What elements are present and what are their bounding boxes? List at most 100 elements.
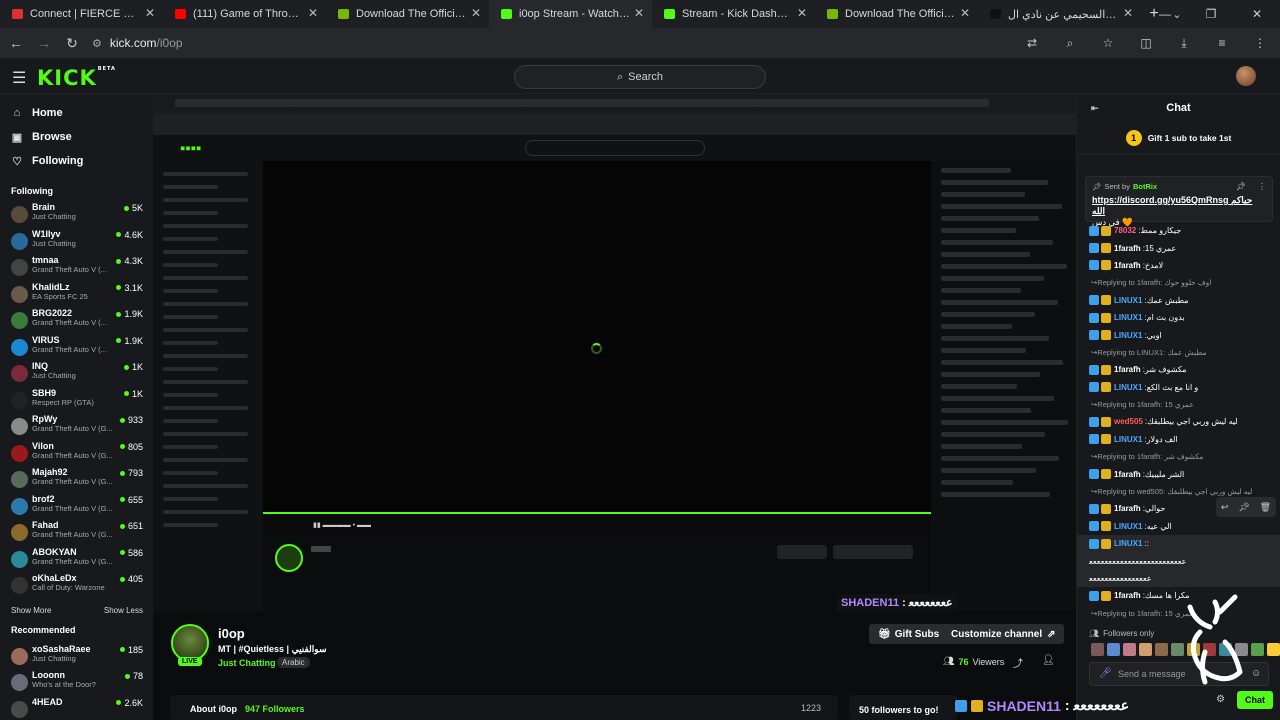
sidebar-channel[interactable]: SBH9 Respect RP (GTA) 1K <box>0 387 153 414</box>
emote-icon[interactable] <box>1139 643 1152 656</box>
show-more-button[interactable]: Show More <box>11 606 51 623</box>
pin-message-icon[interactable]: 📌︎ <box>1238 502 1249 513</box>
tab-close-icon[interactable]: ✕ <box>1123 6 1133 20</box>
maximize-icon[interactable]: ❐ <box>1188 0 1234 28</box>
sidebar-channel[interactable]: Fahad Grand Theft Auto V (G... 651 <box>0 519 153 546</box>
chat-message[interactable]: LINUX1: بدون بث ام <box>1077 309 1280 326</box>
sidebar-channel[interactable]: xoSashaRaee Just Chatting 185 <box>0 643 153 670</box>
menu-icon[interactable]: ☰ <box>12 68 26 88</box>
browser-tab[interactable]: قصيدة راشد السحيمي عن نادي ال ✕ <box>978 0 1141 28</box>
sidebar-channel[interactable]: VIRUS Grand Theft Auto V (... 1.9K <box>0 334 153 361</box>
chat-username[interactable]: 1farafh <box>1114 244 1141 253</box>
browser-tab[interactable]: (111) Game of Thrones S8 C ✕ <box>163 0 326 28</box>
nav-browse[interactable]: ▣ Browse <box>0 125 153 149</box>
chat-message[interactable]: ﻋﻌﻌﻌﻌﻌﻌﻌﻌﻌﻌﻌﻌﻌﻌﻌ <box>1077 569 1280 588</box>
download-icon[interactable]: ⤓ <box>1172 31 1196 55</box>
chat-username[interactable]: LINUX1 <box>1114 539 1142 548</box>
chat-message[interactable]: 78032: جيكارو ممط <box>1077 222 1280 239</box>
reload-icon[interactable]: ↻ <box>60 31 84 55</box>
sidebar-channel[interactable]: Majah92 Grand Theft Auto V (G... 793 <box>0 466 153 493</box>
sidebar-channel[interactable]: KhalidLz EA Sports FC 25 3.1K <box>0 281 153 308</box>
sidebar-channel[interactable]: Brain Just Chatting 5K <box>0 201 153 228</box>
gift-leaderboard-banner[interactable]: 1 Gift 1 sub to take 1st <box>1077 122 1280 155</box>
chat-username[interactable]: 78032 <box>1114 226 1136 235</box>
address-bar[interactable]: ⚙ kick.com/i0op <box>92 36 183 50</box>
emote-icon[interactable] <box>1251 643 1264 656</box>
tab-close-icon[interactable]: ✕ <box>797 6 807 20</box>
reply-context[interactable]: ↪ Replying to 1farafh: اوف حلوو حوك <box>1077 274 1280 291</box>
forward-icon[interactable]: → <box>32 31 56 55</box>
chat-message[interactable]: LINUX1: الي عيه <box>1077 518 1280 535</box>
chat-username[interactable]: 1farafh <box>1114 261 1141 270</box>
chat-username[interactable]: LINUX1 <box>1114 435 1142 444</box>
emoji-picker-icon[interactable]: ☺ <box>1251 668 1261 679</box>
nav-home[interactable]: ⌂ Home <box>0 101 153 125</box>
tab-close-icon[interactable]: ✕ <box>634 6 644 20</box>
user-avatar[interactable] <box>1236 66 1256 86</box>
delete-icon[interactable]: 🗑︎ <box>1260 502 1271 513</box>
reply-context[interactable]: ↪ Replying to LINUX1: مطبش عمك <box>1077 344 1280 361</box>
chat-username[interactable]: LINUX1 <box>1114 522 1142 531</box>
emote-icon[interactable] <box>1091 643 1104 656</box>
bookmark-star-icon[interactable]: ☆ <box>1096 31 1120 55</box>
sidebar-channel[interactable]: Looonn Who's at the Door? 78 <box>0 669 153 696</box>
gift-subs-button[interactable]: 🎁︎ Gift Subs <box>869 624 949 644</box>
kick-logo[interactable]: KICKBETA <box>37 66 116 90</box>
stream-category[interactable]: Just Chatting <box>218 658 276 668</box>
chat-username[interactable]: LINUX1 <box>1114 313 1142 322</box>
chat-username[interactable]: LINUX1 <box>1114 296 1142 305</box>
zoom-icon[interactable]: ⌕ <box>1058 31 1082 55</box>
chat-message[interactable]: LINUX1: الف دولار <box>1077 431 1280 448</box>
emote-icon[interactable] <box>1267 643 1280 656</box>
sidebar-channel[interactable]: BRG2022 Grand Theft Auto V (... 1.9K <box>0 307 153 334</box>
language-tag[interactable]: Arabic <box>277 657 310 668</box>
sidebar-channel[interactable]: oKhaLeDx Call of Duty: Warzone 405 <box>0 572 153 599</box>
more-menu-icon[interactable]: ⋮ <box>1248 31 1272 55</box>
chat-username[interactable]: 1farafh <box>1114 470 1141 479</box>
site-info-icon[interactable]: ⚙ <box>92 37 102 50</box>
chat-message[interactable]: ﻋﻌﻌﻌﻌﻌﻌﻌﻌﻌﻌﻌﻌﻌﻌﻌﻌﻌﻌﻌﻌﻌﻌﻌﻌ <box>1077 552 1280 570</box>
browser-tab[interactable]: Connect | FIERCE GAMING GEAR ✕ <box>0 0 163 28</box>
chat-username[interactable]: 1farafh <box>1114 504 1141 513</box>
translate-icon[interactable]: ⇄ <box>1020 31 1044 55</box>
sidebar-channel[interactable]: INQ Just Chatting 1K <box>0 360 153 387</box>
tab-close-icon[interactable]: ✕ <box>145 6 155 20</box>
back-icon[interactable]: ← <box>4 31 28 55</box>
sidebar-channel[interactable]: W1llyv Just Chatting 4.6K <box>0 228 153 255</box>
chat-message[interactable]: 1farafh: مكشوف شر <box>1077 361 1280 378</box>
sidebar-channel[interactable]: RpWy Grand Theft Auto V (G... 933 <box>0 413 153 440</box>
video-player[interactable]: ▪▪▪▪ ▮▮ ▬▬▬▬ • ▬▬ SHADEN11 : ﻋﻌﻌﻌﻌﻌﻌﻌ <box>153 94 1076 611</box>
sidebar-channel[interactable]: brof2 Grand Theft Auto V (G... 655 <box>0 493 153 520</box>
sidebar-channel[interactable]: Vilon Grand Theft Auto V (G... 805 <box>0 440 153 467</box>
chat-message[interactable]: LINUX1: مطبش عمك <box>1077 292 1280 309</box>
chat-username[interactable]: 1farafh <box>1114 591 1141 600</box>
chat-settings-icon[interactable]: ⚙ <box>1216 694 1225 705</box>
tab-close-icon[interactable]: ✕ <box>471 6 481 20</box>
chat-message[interactable]: 1farafh: الشر مليبيك <box>1077 465 1280 482</box>
chat-username[interactable]: wed505 <box>1114 417 1143 426</box>
pinned-more-icon[interactable]: ⋮ <box>1258 182 1266 191</box>
channel-name[interactable]: i0op <box>218 626 245 641</box>
chat-message[interactable]: wed505: ليه ليش وربي اجي بيطلبقك <box>1077 413 1280 430</box>
chat-message[interactable]: 1farafh: عمري 15 <box>1077 239 1280 256</box>
sidebar-channel[interactable]: 4HEAD 2.6K <box>0 696 153 720</box>
chat-message[interactable]: LINUX1: و انا مع بث الكع <box>1077 379 1280 396</box>
chat-message[interactable]: 1farafh: لامدخ <box>1077 257 1280 274</box>
customize-channel-button[interactable]: Customize channel ⇗ <box>943 624 1064 644</box>
browser-tab[interactable]: Download The Official NVIDIA ✕ <box>326 0 489 28</box>
chat-message[interactable]: LINUX1: اوبي <box>1077 326 1280 343</box>
browser-tab[interactable]: i0op Stream - Watch Live on Kick ✕ <box>489 0 652 28</box>
unpin-icon[interactable]: 📌︎ <box>1236 182 1246 191</box>
minimize-icon[interactable]: — <box>1142 0 1188 28</box>
sidebar-channel[interactable]: tmnaa Grand Theft Auto V (... 4.3K <box>0 254 153 281</box>
chat-username[interactable]: LINUX1 <box>1114 331 1142 340</box>
close-window-icon[interactable]: ✕ <box>1234 0 1280 28</box>
chat-username[interactable]: 1farafh <box>1114 365 1141 374</box>
emote-icon[interactable] <box>1107 643 1120 656</box>
browser-tab[interactable]: Stream - Kick Dashboard ✕ <box>652 0 815 28</box>
browser-tab[interactable]: Download The Official NVIDIA ✕ <box>815 0 978 28</box>
show-less-button[interactable]: Show Less <box>104 606 143 623</box>
nav-following[interactable]: ♡ Following <box>0 149 153 173</box>
emote-icon[interactable] <box>1123 643 1136 656</box>
emote-icon[interactable] <box>1155 643 1168 656</box>
